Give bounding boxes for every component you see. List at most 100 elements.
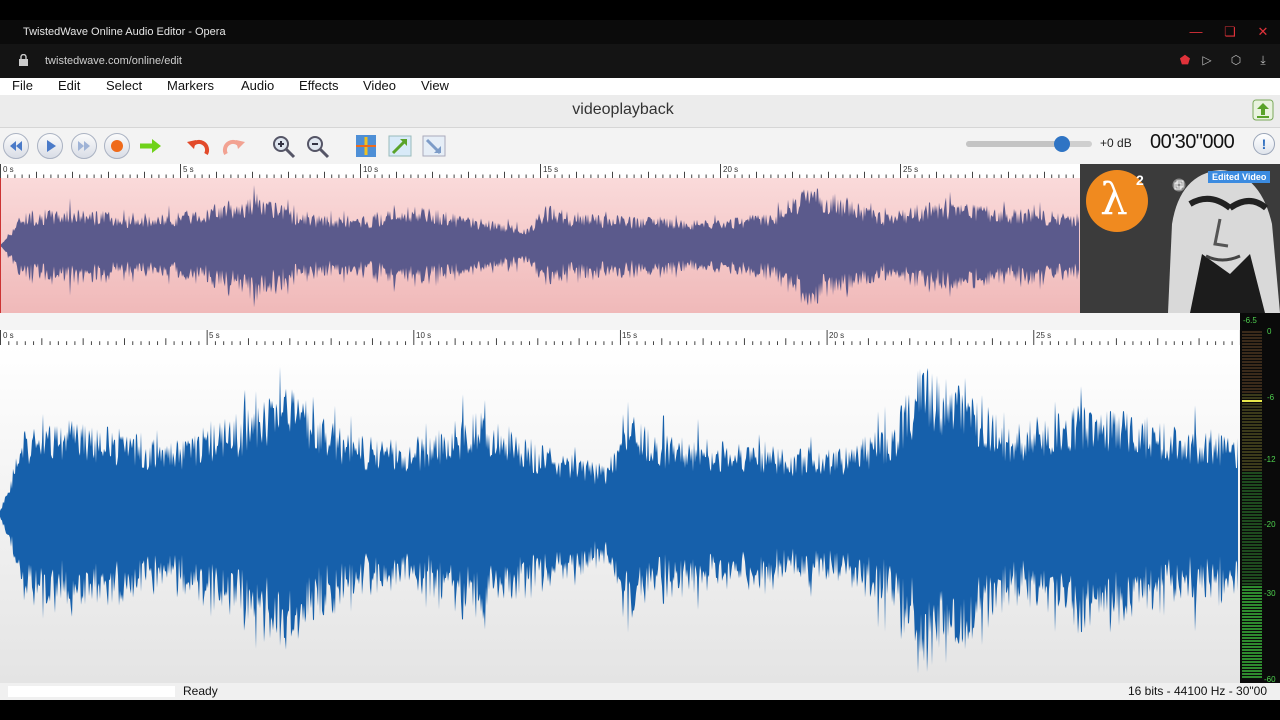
meter-segment bbox=[1242, 652, 1262, 654]
loop-arrow-icon[interactable] bbox=[137, 133, 163, 159]
meter-segment bbox=[1242, 364, 1262, 366]
meter-segment bbox=[1242, 589, 1262, 591]
upload-icon[interactable] bbox=[1251, 98, 1275, 122]
send-icon[interactable]: ▷ bbox=[1200, 53, 1214, 67]
menu-effects[interactable]: Effects bbox=[299, 78, 339, 93]
meter-segment bbox=[1242, 640, 1262, 642]
main-ruler-ticks bbox=[0, 330, 1240, 345]
meter-segment bbox=[1242, 628, 1262, 630]
video-thumbnail[interactable]: λ 2 Edited Video bbox=[1080, 164, 1280, 313]
audio-format: 16 bits - 44100 Hz - 30"00 bbox=[1127, 684, 1267, 698]
meter-segment bbox=[1242, 427, 1262, 429]
meter-segment bbox=[1242, 367, 1262, 369]
meter-segment bbox=[1242, 598, 1262, 600]
meter-segment bbox=[1242, 337, 1262, 339]
meter-segment bbox=[1242, 625, 1262, 627]
minimize-icon[interactable]: — bbox=[1187, 24, 1205, 40]
meter-segment bbox=[1242, 373, 1262, 375]
overview-ruler: 0 s 5 s 10 s 15 s 20 s 25 s bbox=[0, 164, 1080, 179]
overview-tick-label: 15 s bbox=[543, 165, 559, 174]
meter-segment bbox=[1242, 442, 1262, 444]
meter-segment bbox=[1242, 502, 1262, 504]
meter-segment bbox=[1242, 523, 1262, 525]
volume-slider-handle[interactable] bbox=[1054, 136, 1070, 152]
meter-segment bbox=[1242, 403, 1262, 405]
meter-segment bbox=[1242, 370, 1262, 372]
fast-forward-button[interactable] bbox=[71, 133, 97, 159]
meter-segment bbox=[1242, 670, 1262, 672]
meter-segment bbox=[1242, 622, 1262, 624]
url-field[interactable]: twistedwave.com/online/edit bbox=[45, 55, 182, 67]
undo-icon[interactable] bbox=[186, 133, 212, 159]
address-bar: twistedwave.com/online/edit ⬟ ▷ ⬡ ⤓ bbox=[0, 44, 1280, 78]
menu-file[interactable]: File bbox=[12, 78, 33, 93]
zoom-all-icon[interactable] bbox=[421, 133, 447, 159]
meter-label: 0 bbox=[1267, 327, 1272, 336]
main-waveform-panel[interactable] bbox=[0, 345, 1240, 683]
progress-box bbox=[8, 686, 175, 697]
meter-segment bbox=[1242, 334, 1262, 336]
meter-segment bbox=[1242, 391, 1262, 393]
meter-segment bbox=[1242, 460, 1262, 462]
meter-segment bbox=[1242, 661, 1262, 663]
close-icon[interactable]: ✕ bbox=[1254, 24, 1272, 40]
meter-segment bbox=[1242, 664, 1262, 666]
meter-segment bbox=[1242, 331, 1262, 333]
menu-audio[interactable]: Audio bbox=[241, 78, 274, 93]
meter-segment bbox=[1242, 388, 1262, 390]
menu-video[interactable]: Video bbox=[363, 78, 396, 93]
meter-segment bbox=[1242, 607, 1262, 609]
meter-segment bbox=[1242, 430, 1262, 432]
meter-segment bbox=[1242, 631, 1262, 633]
meter-segment bbox=[1242, 352, 1262, 354]
shield-icon[interactable]: ⬟ bbox=[1178, 53, 1192, 67]
meter-segment bbox=[1242, 541, 1262, 543]
play-button[interactable] bbox=[37, 133, 63, 159]
menu-markers[interactable]: Markers bbox=[167, 78, 214, 93]
meter-segment bbox=[1242, 382, 1262, 384]
document-title-strip: videoplayback bbox=[0, 95, 1280, 128]
overview-tick-label: 20 s bbox=[723, 165, 739, 174]
meter-peak-label: -6.5 bbox=[1243, 316, 1257, 325]
restore-icon[interactable]: ❏ bbox=[1221, 24, 1239, 40]
level-meter-bars bbox=[1242, 331, 1262, 678]
screen-bottom-bar bbox=[0, 700, 1280, 720]
info-button[interactable]: ! bbox=[1253, 133, 1275, 155]
rewind-button[interactable] bbox=[3, 133, 29, 159]
meter-segment bbox=[1242, 526, 1262, 528]
popout-icon[interactable] bbox=[1172, 178, 1186, 192]
meter-segment bbox=[1242, 448, 1262, 450]
meter-segment bbox=[1242, 550, 1262, 552]
meter-segment bbox=[1242, 658, 1262, 660]
meter-segment bbox=[1242, 637, 1262, 639]
meter-segment bbox=[1242, 559, 1262, 561]
meter-label: -12 bbox=[1264, 455, 1276, 464]
meter-label: -6 bbox=[1267, 393, 1275, 402]
panel-separator bbox=[0, 313, 1240, 330]
meter-segment bbox=[1242, 556, 1262, 558]
meter-segment bbox=[1242, 394, 1262, 396]
redo-icon[interactable] bbox=[220, 133, 246, 159]
menu-select[interactable]: Select bbox=[106, 78, 142, 93]
time-display: 00'30"000 bbox=[1150, 131, 1235, 153]
meter-segment bbox=[1242, 634, 1262, 636]
zoom-out-icon[interactable] bbox=[304, 133, 330, 159]
document-title: videoplayback bbox=[572, 101, 674, 118]
meter-segment bbox=[1242, 616, 1262, 618]
meter-segment bbox=[1242, 493, 1262, 495]
overview-waveform-panel[interactable] bbox=[0, 178, 1080, 313]
meter-segment bbox=[1242, 646, 1262, 648]
overview-tick-label: 0 s bbox=[3, 165, 14, 174]
menu-edit[interactable]: Edit bbox=[58, 78, 80, 93]
download-icon[interactable]: ⤓ bbox=[1256, 53, 1270, 67]
box-icon[interactable]: ⬡ bbox=[1229, 53, 1243, 67]
meter-segment bbox=[1242, 385, 1262, 387]
fast-forward-icon bbox=[78, 141, 90, 151]
zoom-in-icon[interactable] bbox=[270, 133, 296, 159]
meter-segment bbox=[1242, 421, 1262, 423]
record-button[interactable] bbox=[104, 133, 130, 159]
meter-segment bbox=[1242, 517, 1262, 519]
menu-view[interactable]: View bbox=[421, 78, 449, 93]
zoom-fit-icon[interactable] bbox=[387, 133, 413, 159]
fit-selection-icon[interactable] bbox=[353, 133, 379, 159]
